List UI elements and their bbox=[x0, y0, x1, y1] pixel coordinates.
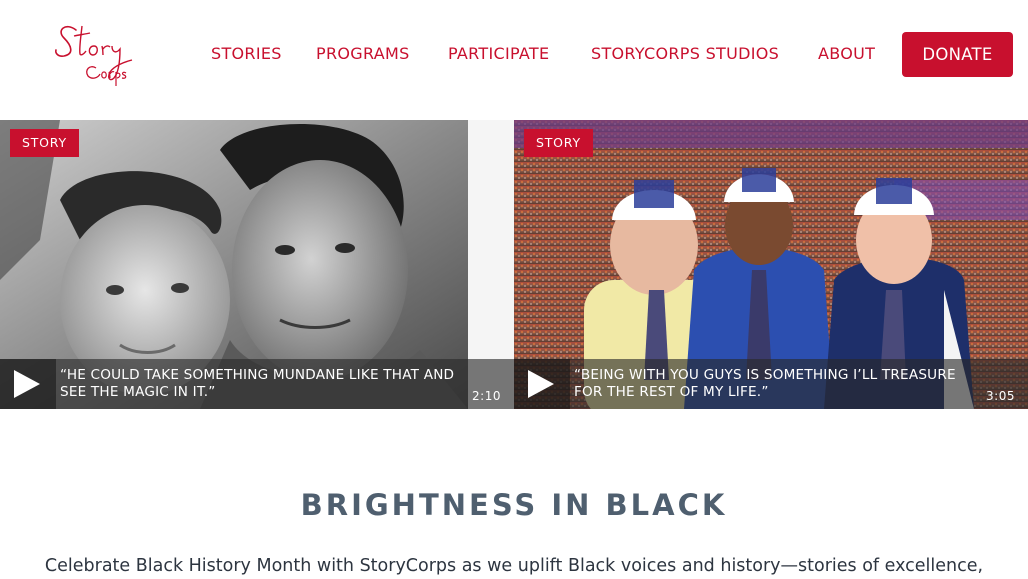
story-duration: 2:10 bbox=[472, 389, 501, 403]
site-header: STORIES PROGRAMS PARTICIPATE STORYCORPS … bbox=[0, 0, 1028, 120]
section-title: BRIGHTNESS IN BLACK bbox=[300, 488, 728, 522]
nav-participate[interactable]: PARTICIPATE bbox=[448, 44, 549, 64]
section-intro: Celebrate Black History Month with Story… bbox=[44, 556, 984, 576]
story-card-2[interactable]: STORY “Being with you guys is something … bbox=[514, 120, 1028, 409]
story-quote[interactable]: “He could take something mundane like th… bbox=[60, 367, 460, 401]
play-button[interactable] bbox=[514, 359, 570, 409]
story-card-1[interactable]: STORY “He could take something mundane l… bbox=[0, 120, 514, 409]
nav-storycorps-studios[interactable]: STORYCORPS STUDIOS bbox=[591, 44, 779, 64]
nav-programs[interactable]: PROGRAMS bbox=[316, 44, 410, 64]
nav-about[interactable]: ABOUT bbox=[818, 44, 875, 64]
story-duration: 3:05 bbox=[986, 389, 1015, 403]
donate-button[interactable]: DONATE bbox=[902, 32, 1013, 77]
caption-bar: “Being with you guys is something I’ll t… bbox=[514, 359, 1028, 409]
story-tag[interactable]: STORY bbox=[524, 129, 593, 157]
storycorps-logo[interactable] bbox=[52, 16, 160, 94]
story-tag[interactable]: STORY bbox=[10, 129, 79, 157]
play-icon bbox=[528, 370, 554, 398]
caption-bar: “He could take something mundane like th… bbox=[0, 359, 514, 409]
nav-stories[interactable]: STORIES bbox=[211, 44, 282, 64]
story-quote[interactable]: “Being with you guys is something I’ll t… bbox=[574, 367, 974, 401]
play-button[interactable] bbox=[0, 359, 56, 409]
play-icon bbox=[14, 370, 40, 398]
